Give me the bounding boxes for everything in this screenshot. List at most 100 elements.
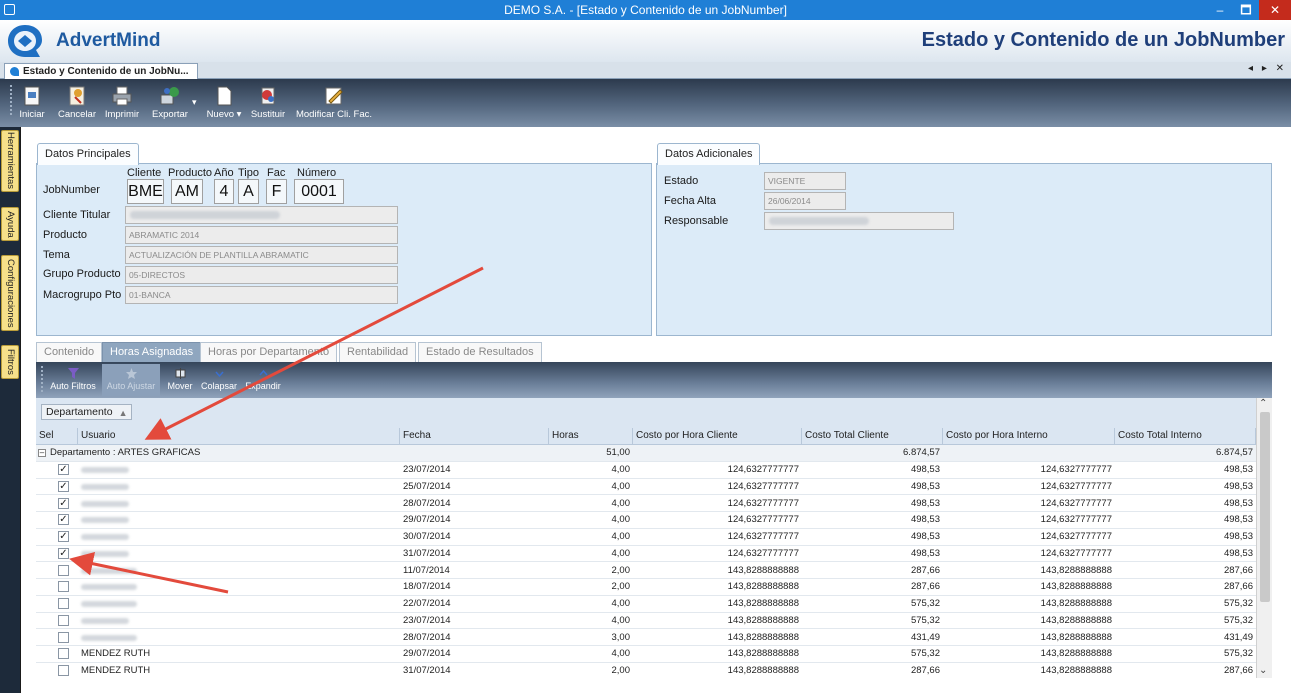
scroll-down-icon[interactable]: ⌄ [1259,665,1267,676]
table-row[interactable]: 28/07/2014 3,00 143,8288888888 431,49 143,82… [36,630,1256,647]
row-select-checkbox[interactable]: ✓ [58,497,69,509]
group-row[interactable]: – Departamento : ARTES GRAFICAS 51,00 6.… [36,445,1256,462]
sidebar-tab-herramientas[interactable]: Herramientas [1,130,19,192]
table-row[interactable]: MENDEZ RUTH 29/07/2014 4,00 143,8288888888 5… [36,646,1256,663]
ct-cliente-cell: 431,49 [910,631,940,643]
fecha-cell: 23/07/2014 [403,614,451,626]
redacted-text [81,634,137,641]
horas-cell: 4,00 [611,480,631,492]
sidebar-tab-configuraciones[interactable]: Configuraciones [1,255,19,331]
fecha-cell: 30/07/2014 [403,531,451,542]
column-header-costo-total-cliente[interactable]: Costo Total Cliente [802,428,943,445]
document-tab[interactable]: Estado y Contenido de un JobNu... [4,63,198,79]
scroll-thumb[interactable] [1260,412,1270,602]
responsable-field[interactable] [764,212,954,230]
row-select-checkbox[interactable] [58,631,69,643]
window-titlebar: DEMO S.A. - [Estado y Contenido de un Jo… [0,0,1291,20]
macrogrupo-pto-field[interactable]: 01-BANCA [125,286,398,304]
ct-interno-cell: 287,66 [1223,564,1253,576]
tema-field[interactable]: ACTUALIZACIÓN DE PLANTILLA ABRAMATIC [125,246,398,264]
exportar-button[interactable]: Exportar [148,81,192,125]
column-header-costo-hora-cliente[interactable]: Costo por Hora Cliente [633,428,802,445]
cliente-titular-field[interactable] [125,206,398,224]
cph-interno-cell: 143,8288888888 [1040,564,1112,576]
estado-field[interactable]: VIGENTE [764,172,846,190]
tab-contenido[interactable]: Contenido [36,342,103,362]
table-row[interactable]: MENDEZ RUTH 31/07/2014 2,00 143,8288888888 2… [36,663,1256,678]
table-row[interactable]: ✓ 23/07/2014 4,00 124,6327777777 498,53 124,6… [36,462,1256,479]
row-select-checkbox[interactable]: ✓ [58,531,69,542]
grupo-producto-field[interactable]: 05-DIRECTOS [125,266,398,284]
row-select-checkbox[interactable]: ✓ [58,547,69,559]
tab-horas-por-departamento[interactable]: Horas por Departamento [200,342,338,362]
jobnumber-producto-field[interactable]: AM [171,179,203,204]
column-header-costo-hora-interno[interactable]: Costo por Hora Interno [943,428,1115,445]
table-row[interactable]: ✓ 31/07/2014 4,00 124,6327777777 498,53 124,6… [36,546,1256,563]
row-select-checkbox[interactable] [58,665,69,676]
tab-estado-de-resultados[interactable]: Estado de Resultados [418,342,542,362]
row-select-checkbox[interactable]: ✓ [58,480,69,492]
table-row[interactable]: ✓ 28/07/2014 4,00 124,6327777777 498,53 124,6… [36,496,1256,513]
colapsar-button[interactable]: Colapsar [199,364,239,396]
fecha-cell: 11/07/2014 [403,564,450,576]
sustituir-button[interactable]: Sustituir [248,81,288,125]
row-select-checkbox[interactable]: ✓ [58,464,69,475]
brand-name: AdvertMind [56,30,161,51]
column-header-sel[interactable]: Sel [36,428,78,445]
table-row[interactable]: ✓ 29/07/2014 4,00 124,6327777777 498,53 124,6… [36,512,1256,529]
ct-cliente-cell: 498,53 [910,547,940,559]
producto-field[interactable]: ABRAMATIC 2014 [125,226,398,244]
row-select-checkbox[interactable] [58,648,69,660]
jobnumber-fac-field[interactable]: F [266,179,287,204]
row-select-checkbox[interactable] [58,581,69,593]
table-row[interactable]: 18/07/2014 2,00 143,8288888888 287,66 143,82… [36,579,1256,596]
sidebar-tab-filtros[interactable]: Filtros [1,345,19,379]
exportar-dropdown-icon[interactable]: ▾ [192,97,197,108]
table-row[interactable]: ✓ 30/07/2014 4,00 124,6327777777 498,53 124,6… [36,529,1256,546]
column-header-horas[interactable]: Horas [549,428,633,445]
tab-horas-asignadas[interactable]: Horas Asignadas [102,342,202,362]
column-header-costo-total-interno[interactable]: Costo Total Interno [1115,428,1256,445]
sidebar-tab-ayuda[interactable]: Ayuda [1,207,19,241]
iniciar-button[interactable]: Iniciar [15,81,49,125]
jobnumber-numero-field[interactable]: 0001 [294,179,344,204]
table-row[interactable]: 11/07/2014 2,00 143,8288888888 287,66 143,82… [36,563,1256,580]
sublabel-fac: Fac [267,167,286,179]
collapse-group-icon[interactable]: – [38,449,46,457]
nuevo-button[interactable]: Nuevo ▾ [206,81,242,125]
grid-scrollbar[interactable]: ⌃ ⌄ [1256,398,1272,678]
ct-interno-cell: 498,53 [1223,547,1253,559]
auto-ajustar-button[interactable]: Auto Ajustar [102,364,160,396]
tab-scroll-controls[interactable]: ◂ ▸ ✕ [1248,63,1287,74]
minimize-button[interactable]: – [1207,0,1233,20]
imprimir-button[interactable]: Imprimir [103,81,141,125]
column-header-usuario[interactable]: Usuario [78,428,400,445]
row-select-checkbox[interactable] [58,614,69,626]
column-header-fecha[interactable]: Fecha [400,428,549,445]
close-button[interactable]: ✕ [1259,0,1291,20]
grupo-producto-label: Grupo Producto [43,268,121,280]
expandir-button[interactable]: Expandir [242,364,284,396]
ct-interno-cell: 287,66 [1223,581,1253,593]
modificar-cli-fac-button[interactable]: Modificar Cli. Fac. [294,81,374,125]
cancelar-button[interactable]: Cancelar [56,81,98,125]
table-row[interactable]: ✓ 25/07/2014 4,00 124,6327777777 498,53 124,6… [36,479,1256,496]
jobnumber-tipo-field[interactable]: A [238,179,259,204]
row-select-checkbox[interactable] [58,598,69,609]
jobnumber-cliente-field[interactable]: BME [127,179,164,204]
row-select-checkbox[interactable] [58,564,69,576]
maximize-button[interactable]: 🗖 [1233,0,1259,20]
table-row[interactable]: 23/07/2014 4,00 143,8288888888 575,32 143,82… [36,613,1256,630]
auto-filtros-button[interactable]: Auto Filtros [46,364,100,396]
group-chip-departamento[interactable]: Departamento ▲ [41,404,132,420]
scroll-up-icon[interactable]: ⌃ [1259,398,1267,409]
row-select-checkbox[interactable]: ✓ [58,514,69,526]
fecha-cell: 29/07/2014 [403,514,451,526]
jobnumber-ano-field[interactable]: 4 [214,179,234,204]
ct-cliente-cell: 498,53 [910,497,940,509]
table-row[interactable]: 22/07/2014 4,00 143,8288888888 575,32 143,82… [36,596,1256,613]
mover-button[interactable]: Mover [164,364,196,396]
jobnumber-label: JobNumber [43,184,100,196]
tab-rentabilidad[interactable]: Rentabilidad [339,342,417,362]
fecha-alta-field[interactable]: 26/06/2014 [764,192,846,210]
